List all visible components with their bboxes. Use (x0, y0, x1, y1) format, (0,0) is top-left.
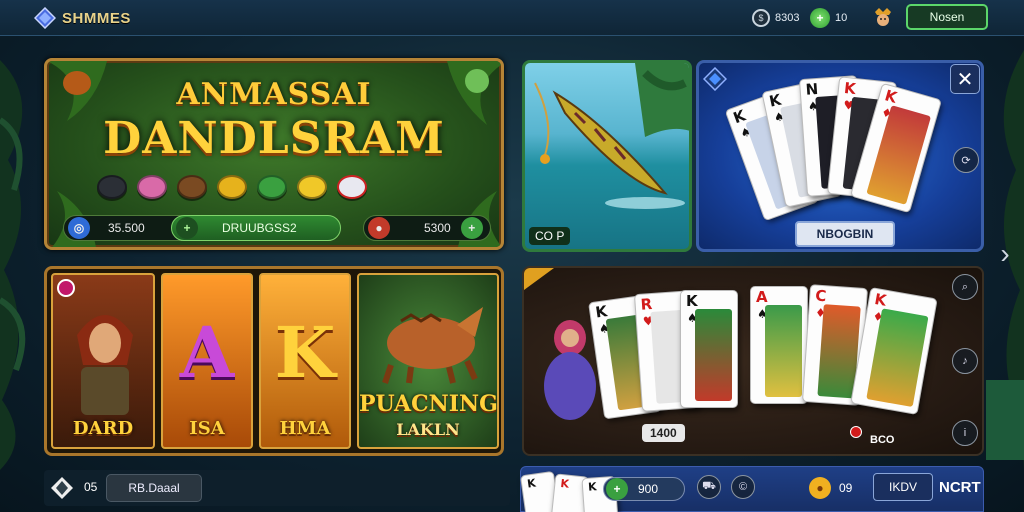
bottom-right-button[interactable]: IKDV (873, 473, 933, 501)
promo-center-label: DRUUBGSS2 (222, 221, 297, 235)
coin-stack-icon (177, 175, 207, 199)
adventurer-character (77, 315, 133, 415)
gold-coin-icon: ● (809, 477, 831, 499)
plus-icon: + (606, 478, 628, 500)
chevron-right-icon[interactable]: › (994, 236, 1016, 272)
coin-balance[interactable]: $ 8303 (752, 7, 799, 29)
add-icon[interactable]: + (460, 217, 483, 239)
slot-tile-dard[interactable]: DARD (51, 273, 155, 449)
slot-tile-label: DARD (72, 418, 134, 439)
top-bar: SHMMES $ 8303 + 10 Nosen (0, 0, 1024, 36)
poker-chip-icon (337, 175, 367, 199)
search-icon[interactable]: ⌕ (952, 274, 978, 300)
slot-tile-sublabel: LAKLN (396, 420, 460, 439)
fishing-scene (534, 63, 689, 209)
gem-plus-icon: + (810, 8, 830, 28)
bottom-left-button[interactable]: RB.Daaal (106, 474, 202, 502)
chip-icon (97, 175, 127, 199)
promo-title-main: DANDLSRAM (103, 113, 445, 164)
bottom-gem-balance[interactable]: + 900 (603, 477, 685, 501)
diamond-logo-icon (34, 7, 56, 29)
ruby-icon: ● (368, 217, 390, 239)
bottom-coin-value: 09 (839, 481, 853, 495)
fishing-tile-label: CO P (529, 227, 571, 245)
fishing-game-tile[interactable]: CO P (522, 60, 692, 252)
playing-card: A ♠ (750, 286, 808, 404)
letter-a-symbol: A (179, 311, 235, 394)
gold-coin-icon (297, 175, 327, 199)
playing-card: K ♠ (680, 290, 738, 408)
flower-icon (137, 175, 167, 199)
logo-text: SHMMES (62, 9, 131, 27)
slot-tile-title: PUACNING (359, 391, 498, 417)
diamond-badge-icon (703, 67, 727, 91)
bottom-left-count: 05 (84, 480, 98, 494)
copyright-icon[interactable]: © (731, 475, 755, 499)
bottom-left-bar: 05 RB.Daaal (44, 470, 510, 506)
globe-icon: ◎ (68, 217, 90, 239)
gold-coin-icon (217, 175, 247, 199)
sound-icon[interactable]: ♪ (952, 348, 978, 374)
featured-promo-banner[interactable]: ANMASSAI DANDLSRAM ◎ 35.500 + DRUUBGSS2 … (44, 58, 504, 250)
promo-right-value: 5300 (424, 221, 451, 235)
red-chip-icon (850, 426, 862, 438)
slot-tile-label: HMA (279, 418, 331, 439)
promo-title-top: ANMASSAI (176, 77, 372, 112)
card-game-play-button[interactable]: NBOGBIN (795, 221, 895, 247)
gem-balance[interactable]: + 10 (810, 7, 847, 29)
compass-icon[interactable] (50, 476, 74, 500)
bottom-right-bar: K K K + 900 ⛟ © ● 09 IKDV NCRT (519, 466, 984, 512)
chip-row (97, 175, 367, 199)
slot-games-row: DARD A ISA K HMA PUACNING LAKLN (44, 266, 504, 456)
app-logo[interactable]: SHMMES (34, 6, 131, 30)
login-button[interactable]: Nosen (906, 4, 988, 30)
plus-icon: + (176, 217, 198, 239)
poker-game-tile[interactable]: K ♠ R ♥ K ♠ A ♠ C ♦ K ♦ ⌕ ♪ i 1400 BCO (522, 266, 984, 456)
bottom-right-side-label: NCRT (939, 479, 981, 496)
jungle-leaves-left (0, 60, 26, 470)
boar-character (382, 307, 483, 384)
slot-tile-puacning[interactable]: PUACNING LAKLN (357, 273, 499, 449)
promo-left-value: 35.500 (108, 221, 145, 235)
promo-center-button[interactable]: + DRUUBGSS2 (171, 215, 341, 241)
info-icon[interactable]: i (952, 420, 978, 446)
avatar[interactable] (872, 6, 894, 28)
refresh-icon[interactable]: ⟳ (953, 147, 979, 173)
slot-tile-hma[interactable]: K HMA (259, 273, 351, 449)
car-icon[interactable]: ⛟ (697, 475, 721, 499)
letter-k-symbol: K (274, 311, 336, 394)
close-icon[interactable]: ✕ (950, 64, 980, 94)
poker-pot-label: 1400 (642, 424, 685, 442)
card-game-tile[interactable]: K ♠ K ♠ N ♠ K ♥ K ♦ ⟳ NBOGBIN (696, 60, 984, 252)
coin-balance-value: 8303 (775, 12, 800, 24)
coin-icon: $ (752, 9, 770, 27)
slot-tile-isa[interactable]: A ISA (161, 273, 253, 449)
gem-balance-value: 10 (835, 12, 848, 24)
slot-tile-label: ISA (189, 418, 225, 439)
poker-bet-label: BCO (870, 434, 895, 446)
emerald-icon (257, 175, 287, 199)
promo-right-balance[interactable]: ● 5300 + (363, 215, 491, 241)
bottom-gem-value: 900 (638, 482, 659, 496)
corner-ribbon (524, 268, 554, 290)
